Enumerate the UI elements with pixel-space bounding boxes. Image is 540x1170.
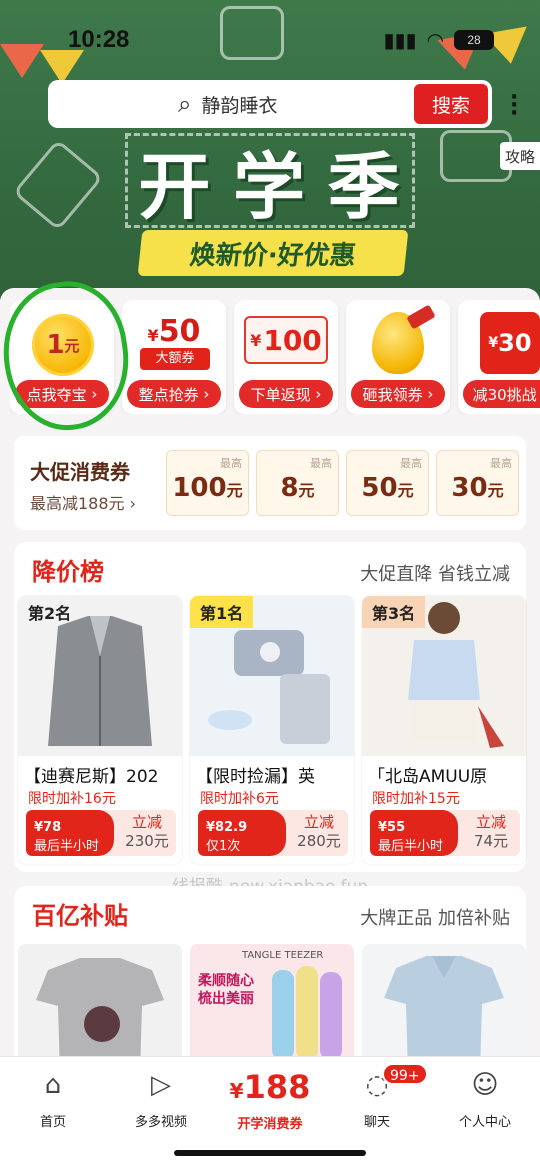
- save-info: 立减 230元: [125, 813, 169, 850]
- battery-icon: 28: [454, 30, 494, 50]
- big-sale-card[interactable]: 大促消费券 最高减188元 › 最高 100元 最高 8元 最高 50元 最高 …: [14, 436, 526, 530]
- title-char: 学: [232, 145, 307, 229]
- unread-badge: 99+: [382, 1063, 428, 1085]
- price-bar[interactable]: ¥55 最后半小时 立减 74元: [370, 810, 520, 856]
- coupon-cashback[interactable]: ¥100 下单返现 ›: [234, 300, 338, 414]
- rank-badge: 第1名: [190, 596, 254, 628]
- guide-button[interactable]: 攻略: [500, 142, 540, 170]
- product-price: ¥55: [378, 820, 406, 835]
- voucher-list: 最高 100元 最高 8元 最高 50元 最高 30元: [166, 450, 519, 516]
- tab-chat[interactable]: ◌ 99+ 聊天: [332, 1063, 428, 1130]
- product-price: ¥78: [34, 820, 62, 835]
- product-name: 【限时捡漏】英: [196, 767, 315, 787]
- coupon-label[interactable]: 整点抢券 ›: [127, 380, 221, 408]
- coupon-hourly[interactable]: ¥50 大额券 整点抢券 ›: [122, 300, 226, 414]
- voucher[interactable]: 最高 30元: [436, 450, 519, 516]
- tab-label: 多多视频: [134, 1115, 187, 1130]
- subsidy-product-row: TANGLE TEEZER 柔顺随心 梳出美丽: [18, 944, 526, 1074]
- video-icon: ▷: [151, 1070, 171, 1100]
- save-info: 立减 280元: [297, 813, 341, 850]
- product-subsidy: 限时加补15元: [372, 791, 460, 807]
- more-icon[interactable]: · · ·: [510, 87, 518, 125]
- rank-badge: 第2名: [28, 604, 72, 623]
- profile-icon: ☺: [471, 1070, 499, 1100]
- tab-label: 首页: [39, 1115, 66, 1130]
- tab-coupon[interactable]: ¥188 开学消费券: [220, 1067, 320, 1132]
- search-input[interactable]: 静韵睡衣: [201, 91, 277, 118]
- coupon-treasure[interactable]: 1元 点我夺宝 ›: [10, 300, 114, 414]
- banner-subtitle: 焕新价·好优惠: [137, 230, 409, 276]
- product-name: 「北岛AMUU原: [368, 767, 488, 787]
- home-indicator: [174, 1150, 366, 1156]
- polo-image: [384, 956, 504, 1074]
- product-subsidy: 限时加补16元: [28, 791, 116, 807]
- section-subtitle[interactable]: 大促直降 省钱立减: [360, 560, 510, 586]
- voucher[interactable]: 最高 50元: [346, 450, 429, 516]
- tshirt-image: [36, 958, 164, 1074]
- section-title: 百亿补贴: [32, 902, 128, 930]
- voucher[interactable]: 最高 100元: [166, 450, 249, 516]
- price-note: 最后半小时: [378, 839, 444, 854]
- tab-label: 个人中心: [458, 1115, 511, 1130]
- search-bar[interactable]: ⌕ 静韵睡衣 搜索: [48, 80, 492, 128]
- tab-home[interactable]: ⌂ 首页: [8, 1067, 98, 1130]
- coupon-label[interactable]: 减30挑战 ›: [463, 380, 540, 408]
- save-info: 立减 74元: [473, 813, 509, 850]
- banner-title: 开 学 季: [125, 133, 415, 229]
- coupon-sub-badge: 大额券: [140, 348, 210, 370]
- coin-icon: 1元: [32, 314, 94, 376]
- product-image[interactable]: [362, 944, 526, 1074]
- rank-badge: 第3名: [362, 596, 426, 628]
- hairbrush-image: [272, 966, 342, 1060]
- tab-label: 聊天: [363, 1115, 390, 1130]
- price-bar[interactable]: ¥82.9 仅1次 立减 280元: [198, 810, 348, 856]
- big-sale-subtitle[interactable]: 最高减188元 ›: [30, 490, 136, 514]
- coupon-label[interactable]: 下单返现 ›: [239, 380, 333, 408]
- product-card[interactable]: 第1名 【限时捡漏】英 限时加补6元 ¥82.9 仅1次 立减 280元: [190, 596, 354, 864]
- tab-label: 开学消费券: [237, 1117, 303, 1132]
- status-time: 10:28: [68, 26, 130, 53]
- coupon-label[interactable]: 点我夺宝 ›: [15, 380, 109, 408]
- rocket-doodle: [12, 138, 104, 232]
- price-drop-section: 降价榜 大促直降 省钱立减 第2名 【迪赛尼斯】202 限时加补16元 ¥78: [14, 542, 526, 872]
- wifi-icon: ◠: [426, 28, 444, 52]
- status-icons: ▮▮▮ ◠ 28: [384, 28, 494, 52]
- coupon-egg[interactable]: 砸我领券 ›: [346, 300, 450, 414]
- search-button[interactable]: 搜索: [414, 84, 488, 124]
- product-price: ¥82.9: [206, 820, 248, 835]
- coupon-amount: ¥100: [244, 316, 328, 364]
- red-packet-icon: ¥30: [480, 312, 540, 374]
- price-note: 最后半小时: [34, 839, 100, 854]
- section-title: 降价榜: [32, 558, 104, 586]
- section-subtitle[interactable]: 大牌正品 加倍补贴: [360, 904, 510, 930]
- coupon-challenge[interactable]: ¥30 减30挑战 ›: [458, 300, 540, 414]
- home-icon: ⌂: [44, 1070, 62, 1100]
- price-note: 仅1次: [206, 839, 241, 854]
- tab-video[interactable]: ▷ 多多视频: [116, 1067, 206, 1130]
- product-name: 【迪赛尼斯】202: [24, 767, 159, 787]
- coupon-row: 1元 点我夺宝 › ¥50 大额券 整点抢券 › ¥100 下单返现 › 砸我领…: [10, 300, 540, 414]
- product-card[interactable]: 第3名 「北岛AMUU原 限时加补15元 ¥55 最后半小时 立减 74元: [362, 596, 526, 864]
- product-subsidy: 限时加补6元: [200, 791, 279, 807]
- product-image[interactable]: TANGLE TEEZER 柔顺随心 梳出美丽: [190, 944, 354, 1074]
- product-card[interactable]: 第2名 【迪赛尼斯】202 限时加补16元 ¥78 最后半小时 立减 230元: [18, 596, 182, 864]
- voucher[interactable]: 最高 8元: [256, 450, 339, 516]
- title-char: 季: [327, 145, 402, 229]
- tab-profile[interactable]: ☺ 个人中心: [440, 1067, 530, 1130]
- big-sale-title: 大促消费券: [30, 460, 130, 484]
- hammer-icon: [406, 304, 436, 330]
- product-image[interactable]: [18, 944, 182, 1074]
- search-icon: ⌕: [178, 90, 192, 118]
- main-content: 1元 点我夺宝 › ¥50 大额券 整点抢券 › ¥100 下单返现 › 砸我领…: [0, 274, 540, 1170]
- rank-list: 第2名 【迪赛尼斯】202 限时加补16元 ¥78 最后半小时 立减 230元: [18, 596, 526, 864]
- status-bar: 10:28 ▮▮▮ ◠ 28: [0, 0, 540, 72]
- coupon-amount: ¥50 大额券: [136, 314, 212, 370]
- banner[interactable]: 10:28 ▮▮▮ ◠ 28 ⌕ 静韵睡衣 搜索 · · · 攻略 开 学 季 焕新…: [0, 0, 540, 300]
- signal-icon: ▮▮▮: [383, 28, 417, 52]
- price-bar[interactable]: ¥78 最后半小时 立减 230元: [26, 810, 176, 856]
- title-char: 开: [138, 145, 213, 229]
- coupon-amount: ¥188: [229, 1068, 311, 1106]
- coupon-label[interactable]: 砸我领券 ›: [351, 380, 445, 408]
